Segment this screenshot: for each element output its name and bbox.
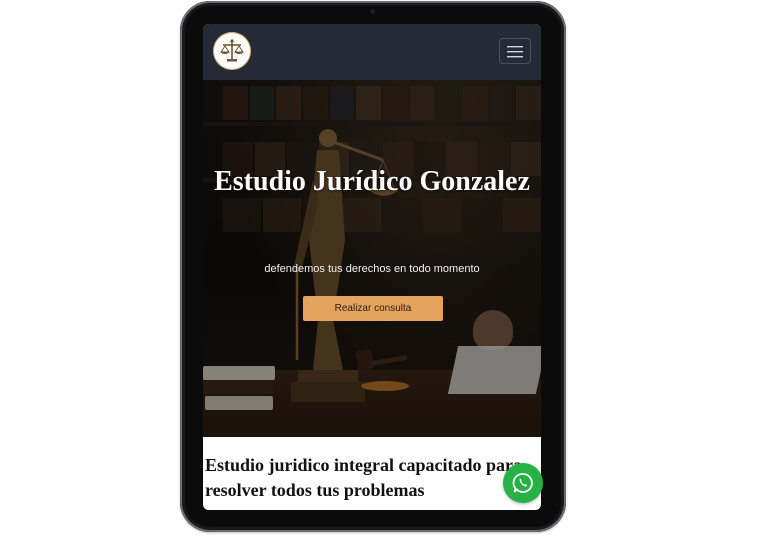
whatsapp-icon — [512, 473, 533, 493]
site-logo[interactable] — [213, 32, 251, 70]
menu-toggle-button[interactable] — [499, 38, 531, 64]
hero-title: Estudio Jurídico Gonzalez — [214, 166, 530, 197]
intro-section: Estudio juridico integral capacitado par… — [203, 437, 541, 510]
camera-dot — [370, 9, 375, 14]
request-consultation-button[interactable]: Realizar consulta — [303, 296, 443, 321]
whatsapp-button[interactable] — [503, 463, 543, 503]
device-screen: Estudio Jurídico Gonzalez defendemos tus… — [203, 24, 541, 510]
section-title: Estudio juridico integral capacitado par… — [205, 455, 523, 500]
navbar — [203, 24, 541, 80]
scales-of-justice-icon — [220, 39, 244, 62]
hero-subtitle: defendemos tus derechos en todo momento — [264, 263, 480, 275]
hero-overlay — [203, 80, 541, 437]
tablet-frame: Estudio Jurídico Gonzalez defendemos tus… — [180, 1, 566, 532]
hamburger-menu-icon — [507, 46, 523, 58]
hero-section: Estudio Jurídico Gonzalez defendemos tus… — [203, 80, 541, 437]
